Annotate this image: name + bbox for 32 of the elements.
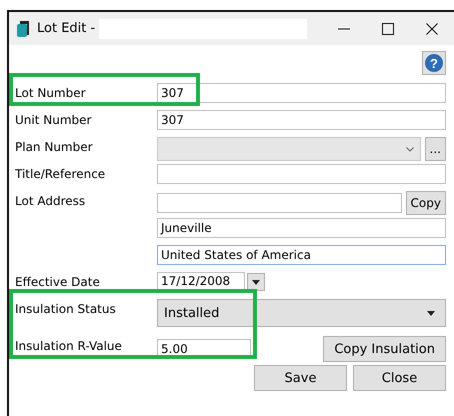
- close-icon: [426, 22, 438, 34]
- field-label: Lot Number: [15, 85, 87, 100]
- caret-icon: [252, 280, 260, 284]
- combo-box[interactable]: [157, 137, 421, 161]
- copy-button[interactable]: Copy: [406, 191, 446, 215]
- copy-insulation-button[interactable]: Copy Insulation: [323, 336, 446, 362]
- save-button[interactable]: Save: [254, 365, 347, 391]
- window-title: Lot Edit -: [37, 21, 96, 36]
- input-field[interactable]: [157, 193, 402, 213]
- field-label: Lot Address: [15, 193, 86, 208]
- chevron-icon: [406, 146, 414, 152]
- date-field[interactable]: 17/12/2008: [157, 272, 245, 292]
- input-field[interactable]: 307: [157, 83, 446, 103]
- minimize-icon: [338, 28, 350, 30]
- input-field[interactable]: United States of America: [157, 245, 446, 265]
- input-field[interactable]: Juneville: [157, 218, 446, 238]
- help-button[interactable]: ?: [422, 51, 446, 75]
- input-field[interactable]: 307: [157, 110, 446, 130]
- caret-icon: [427, 310, 435, 316]
- field-label: Effective Date: [15, 274, 101, 289]
- date-dropdown-button[interactable]: [247, 273, 265, 291]
- input-field[interactable]: [157, 164, 446, 184]
- field-label: Unit Number: [15, 112, 92, 127]
- field-label: Plan Number: [15, 139, 94, 154]
- dropdown[interactable]: Installed: [157, 299, 446, 327]
- app-icon: [17, 20, 31, 38]
- browse-button[interactable]: ...: [424, 137, 446, 161]
- close-button[interactable]: Close: [353, 365, 446, 391]
- maximize-icon: [382, 22, 394, 34]
- field-label: Insulation Status: [15, 301, 117, 316]
- field-label: Title/Reference: [15, 166, 106, 181]
- field-label: Insulation R-Value: [15, 338, 123, 353]
